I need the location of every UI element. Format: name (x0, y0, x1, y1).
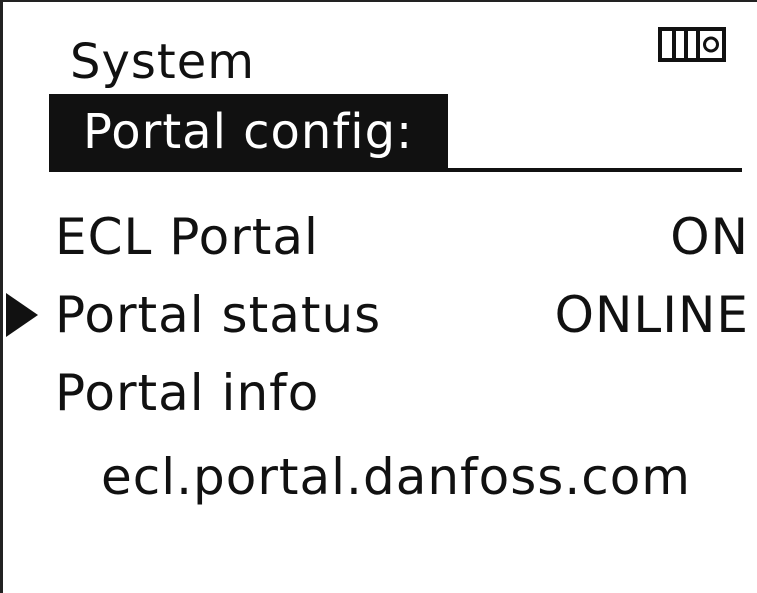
section-title: System (70, 34, 255, 90)
menu-item-value[interactable]: ON (670, 212, 749, 262)
selection-cursor-icon (6, 293, 38, 337)
page-title: Portal config: (83, 104, 414, 160)
menu-item-label: Portal info (55, 364, 320, 422)
portal-url: ecl.portal.danfoss.com (101, 448, 691, 506)
menu-item-value: ONLINE (554, 286, 749, 344)
display-panel-icon (658, 27, 726, 62)
ecl-display-screen: System Portal config: ECL Portal ON Port… (0, 0, 757, 593)
menu-item-label: Portal status (55, 286, 382, 344)
title-underline (448, 168, 742, 172)
menu-item-label: ECL Portal (55, 208, 319, 266)
